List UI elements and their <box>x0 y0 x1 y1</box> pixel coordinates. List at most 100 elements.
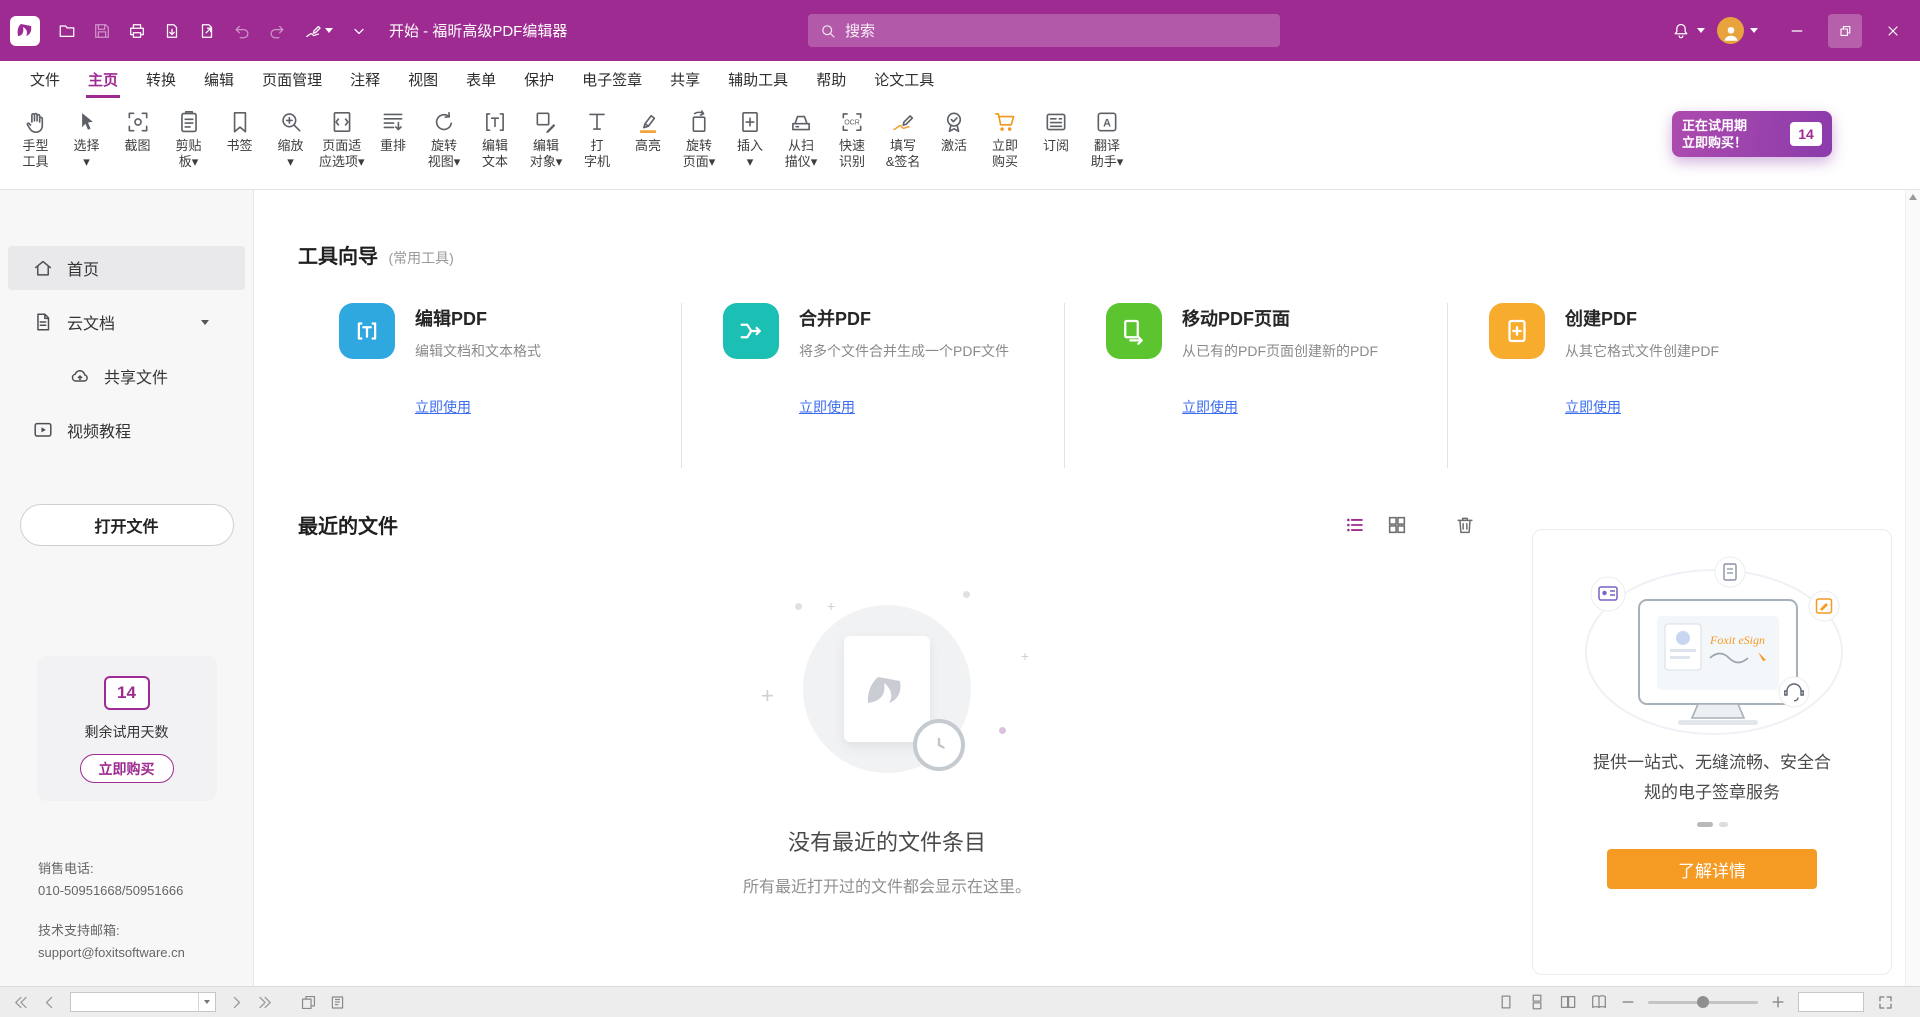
book-view-icon[interactable] <box>1590 993 1608 1011</box>
sidebar-item-home[interactable]: 首页 <box>8 246 245 290</box>
ribbon-tool-reflow[interactable]: 重排 <box>368 106 419 170</box>
menu-help[interactable]: 帮助 <box>802 61 860 98</box>
fullscreen-icon[interactable] <box>1877 994 1894 1011</box>
trash-icon[interactable] <box>1454 514 1476 536</box>
ribbon-tool-subscribe[interactable]: 订阅 <box>1031 106 1082 170</box>
sidebar-item-video-tutorials[interactable]: 视频教程 <box>8 408 245 452</box>
menu-comment[interactable]: 注释 <box>336 61 394 98</box>
notifications-bell-icon[interactable] <box>1667 17 1695 45</box>
fit-page-icon <box>329 106 355 138</box>
esign-tool-icon[interactable] <box>298 17 338 45</box>
undo-icon[interactable] <box>228 17 256 45</box>
ribbon-tool-clipboard[interactable]: 剪贴板▾ <box>163 106 214 170</box>
ribbon-tool-ocr[interactable]: OCR 快速识别 <box>827 106 878 170</box>
trial-period-badge[interactable]: 正在试用期 立即购买！ 14 <box>1672 111 1832 157</box>
dot-decoration <box>963 591 970 598</box>
ribbon-tool-buy-now[interactable]: 立即购买 <box>980 106 1031 170</box>
use-now-link-create-pdf[interactable]: 立即使用 <box>1565 397 1621 417</box>
ribbon-tool-select[interactable]: 选择▾ <box>61 106 112 170</box>
save-icon[interactable] <box>88 17 116 45</box>
menu-form[interactable]: 表单 <box>452 61 510 98</box>
menu-paper-tools[interactable]: 论文工具 <box>860 61 948 98</box>
page-dropdown-button[interactable] <box>198 993 215 1011</box>
carousel-dots[interactable] <box>1697 822 1728 827</box>
sparkle-icon: + <box>827 595 835 617</box>
ribbon-tool-snapshot[interactable]: 截图 <box>112 106 163 170</box>
share-icon[interactable] <box>193 17 221 45</box>
page-thumbnail-icon[interactable] <box>329 994 346 1011</box>
zoom-value-input[interactable] <box>1799 993 1863 1011</box>
zoom-in-icon[interactable] <box>1771 995 1785 1009</box>
single-page-view-icon[interactable] <box>1497 993 1515 1011</box>
use-now-link-move-pdf[interactable]: 立即使用 <box>1182 397 1238 417</box>
support-email-link[interactable]: support@foxitsoftware.cn <box>38 942 185 964</box>
menu-protect[interactable]: 保护 <box>510 61 568 98</box>
ribbon-tool-hand[interactable]: 手型工具 <box>10 106 61 170</box>
previous-page-icon[interactable] <box>41 994 58 1011</box>
chevron-down-icon[interactable] <box>201 320 209 325</box>
ribbon-tool-insert[interactable]: 插入▾ <box>725 106 776 170</box>
sidebar-item-shared-files[interactable]: 共享文件 <box>8 354 245 398</box>
facing-view-icon[interactable] <box>1559 993 1577 1011</box>
menu-edit[interactable]: 编辑 <box>190 61 248 98</box>
ribbon-tool-typewriter[interactable]: 打字机 <box>572 106 623 170</box>
export-icon[interactable] <box>158 17 186 45</box>
menu-accessibility[interactable]: 辅助工具 <box>714 61 802 98</box>
use-now-link-edit-pdf[interactable]: 立即使用 <box>415 397 471 417</box>
carousel-dot-active[interactable] <box>1697 822 1713 827</box>
chevron-down-icon[interactable] <box>1750 28 1758 33</box>
menu-convert[interactable]: 转换 <box>132 61 190 98</box>
maximize-button[interactable] <box>1822 0 1868 61</box>
minimize-button[interactable] <box>1774 0 1820 61</box>
ribbon-tool-rotate-pages[interactable]: 旋转页面▾ <box>674 106 725 170</box>
menu-home[interactable]: 主页 <box>74 61 132 98</box>
menu-esign[interactable]: 电子签章 <box>568 61 656 98</box>
ribbon-tool-rotate-view[interactable]: 旋转视图▾ <box>419 106 470 170</box>
chevron-down-icon[interactable] <box>1697 28 1705 33</box>
grid-view-icon[interactable] <box>1386 514 1408 536</box>
redo-icon[interactable] <box>263 17 291 45</box>
zoom-out-icon[interactable] <box>1621 995 1635 1009</box>
search-input[interactable]: 搜索 <box>808 14 1280 47</box>
sales-phone-number: 010-50951668/50951666 <box>38 880 185 902</box>
learn-more-button[interactable]: 了解详情 <box>1607 849 1817 889</box>
ribbon-tool-fit-page[interactable]: 页面适应选项▾ <box>316 106 368 170</box>
list-view-icon[interactable] <box>1344 514 1366 536</box>
zoom-slider-thumb[interactable] <box>1697 996 1709 1008</box>
clone-page-icon[interactable] <box>300 994 317 1011</box>
menu-file[interactable]: 文件 <box>16 61 74 98</box>
user-avatar[interactable] <box>1717 17 1744 44</box>
ribbon-tool-highlight[interactable]: 高亮 <box>623 106 674 170</box>
ribbon-tool-bookmark[interactable]: 书签 <box>214 106 265 170</box>
open-file-button[interactable]: 打开文件 <box>20 504 234 546</box>
menu-share[interactable]: 共享 <box>656 61 714 98</box>
tool-card-edit-pdf: 编辑PDF 编辑文档和文本格式 立即使用 <box>298 303 681 468</box>
buy-now-button[interactable]: 立即购买 <box>80 754 174 783</box>
continuous-view-icon[interactable] <box>1528 993 1546 1011</box>
last-page-icon[interactable] <box>257 994 274 1011</box>
scroll-up-icon[interactable] <box>1909 194 1917 200</box>
sparkle-icon: + <box>1021 645 1029 667</box>
ribbon-tool-fill-sign[interactable]: 填写&签名 <box>878 106 929 170</box>
sidebar-item-cloud-docs[interactable]: 云文档 <box>8 300 245 344</box>
ribbon-tool-translate[interactable]: A 翻译助手▾ <box>1082 106 1133 170</box>
close-button[interactable] <box>1870 0 1916 61</box>
ribbon-tool-edit-text[interactable]: 编辑文本 <box>470 106 521 170</box>
customize-toolbar-icon[interactable] <box>345 17 373 45</box>
menu-view[interactable]: 视图 <box>394 61 452 98</box>
print-icon[interactable] <box>123 17 151 45</box>
select-icon <box>74 106 100 138</box>
next-page-icon[interactable] <box>228 994 245 1011</box>
first-page-icon[interactable] <box>12 994 29 1011</box>
ribbon-tool-activate[interactable]: 激活 <box>929 106 980 170</box>
page-number-input[interactable] <box>71 994 198 1010</box>
open-folder-icon[interactable] <box>53 17 81 45</box>
carousel-dot[interactable] <box>1719 822 1728 827</box>
ribbon-tool-zoom[interactable]: 缩放▾ <box>265 106 316 170</box>
vertical-scrollbar[interactable] <box>1905 190 1920 986</box>
zoom-slider[interactable] <box>1648 1001 1758 1004</box>
ribbon-tool-edit-object[interactable]: 编辑对象▾ <box>521 106 572 170</box>
ribbon-tool-scanner[interactable]: 从扫描仪▾ <box>776 106 827 170</box>
menu-organize[interactable]: 页面管理 <box>248 61 336 98</box>
use-now-link-merge-pdf[interactable]: 立即使用 <box>799 397 855 417</box>
